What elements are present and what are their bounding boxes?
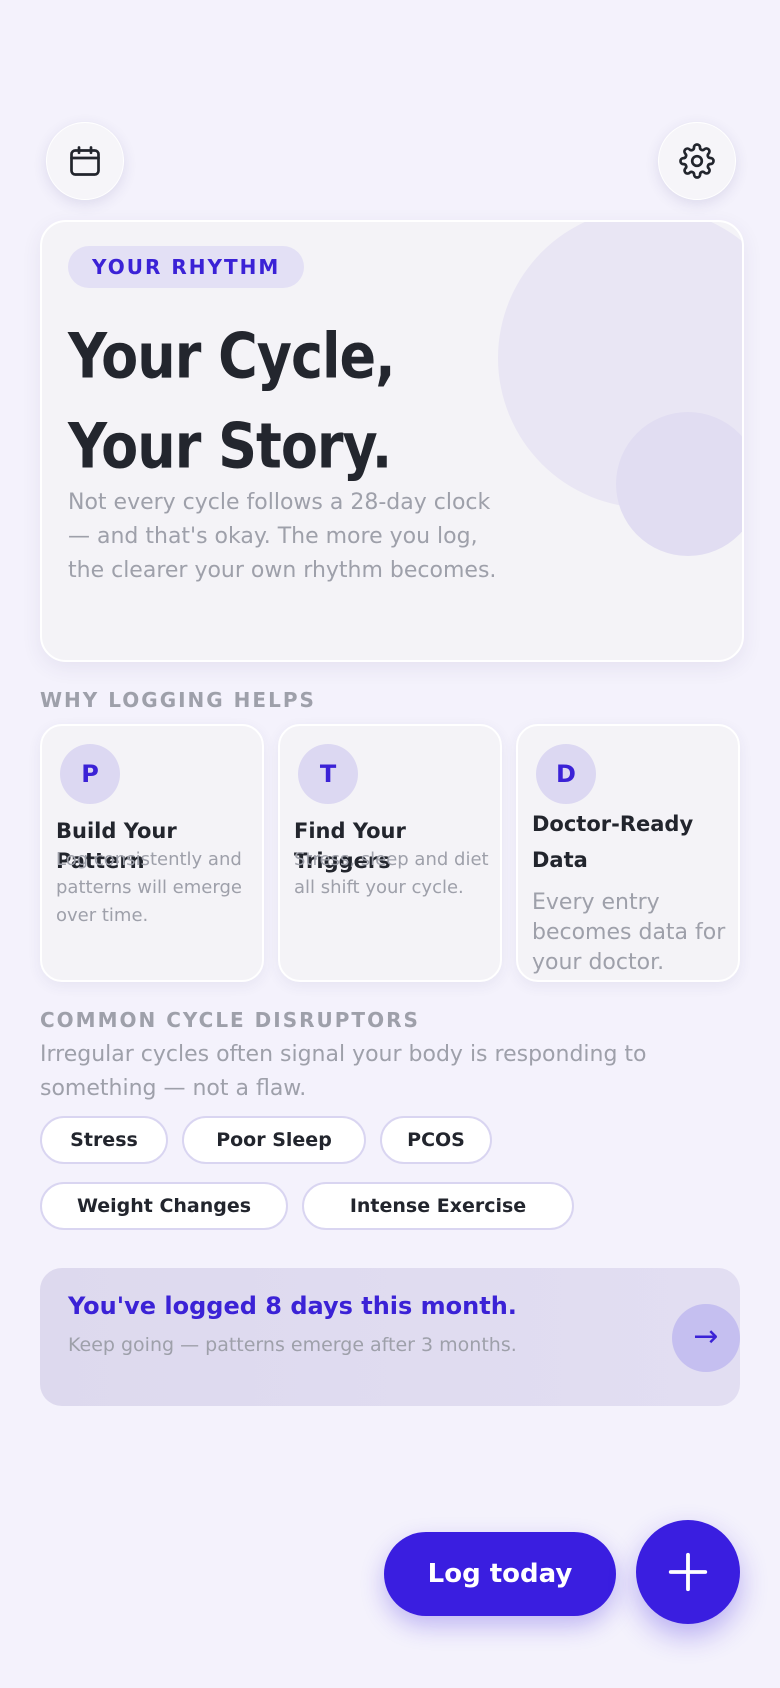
progress-banner[interactable]: You've logged 8 days this month. Keep go… <box>40 1268 740 1406</box>
hero-description: Not every cycle follows a 28-day clock —… <box>68 490 497 583</box>
doctor-letter-badge: D <box>536 744 596 804</box>
calendar-icon <box>70 146 100 176</box>
gear-icon <box>679 143 715 179</box>
benefit-card-pattern[interactable]: P Build Your Pattern Log consistently an… <box>40 724 264 982</box>
plus-icon <box>668 1552 708 1592</box>
disruptors-description: Irregular cycles often signal your body … <box>40 1042 647 1101</box>
chip-poor-sleep[interactable]: Poor Sleep <box>182 1116 366 1164</box>
why-logging-label: WHY LOGGING HELPS <box>40 688 316 712</box>
progress-headline: You've logged 8 days this month. <box>68 1292 517 1320</box>
hero-title-line-1: Your Cycle, <box>68 320 396 393</box>
benefit-description: Every entry becomes data for your doctor… <box>532 890 726 975</box>
pattern-letter-badge: P <box>60 744 120 804</box>
benefit-description: Log consistently and patterns will emerg… <box>56 849 242 926</box>
chip-stress[interactable]: Stress <box>40 1116 168 1164</box>
hero-card: YOUR RHYTHM Your Cycle, Your Story. Not … <box>40 220 744 662</box>
progress-subtext: Keep going — patterns emerge after 3 mon… <box>68 1334 517 1356</box>
arrow-right-icon[interactable]: → <box>672 1304 740 1372</box>
log-today-button[interactable]: Log today <box>384 1532 616 1616</box>
chip-pcos[interactable]: PCOS <box>380 1116 492 1164</box>
benefit-card-doctor[interactable]: D Doctor-Ready Data Every entry becomes … <box>516 724 740 982</box>
hero-title-line-2: Your Story. <box>68 409 392 483</box>
add-entry-button[interactable] <box>636 1520 740 1624</box>
benefit-title: Doctor-Ready Data <box>532 812 694 872</box>
benefit-card-triggers[interactable]: T Find Your Triggers Stress, sleep and d… <box>278 724 502 982</box>
rhythm-tag: YOUR RHYTHM <box>68 246 305 288</box>
chip-weight-changes[interactable]: Weight Changes <box>40 1182 288 1230</box>
disruptors-label: COMMON CYCLE DISRUPTORS <box>40 1008 420 1032</box>
chip-intense-exercise[interactable]: Intense Exercise <box>302 1182 574 1230</box>
hero-title: Your Cycle, Your Story. <box>68 312 396 491</box>
decorative-circle-small <box>616 412 742 556</box>
settings-button[interactable] <box>658 122 736 200</box>
benefit-description: Stress, sleep and diet all shift your cy… <box>294 849 489 898</box>
calendar-button[interactable] <box>46 122 124 200</box>
triggers-letter-badge: T <box>298 744 358 804</box>
